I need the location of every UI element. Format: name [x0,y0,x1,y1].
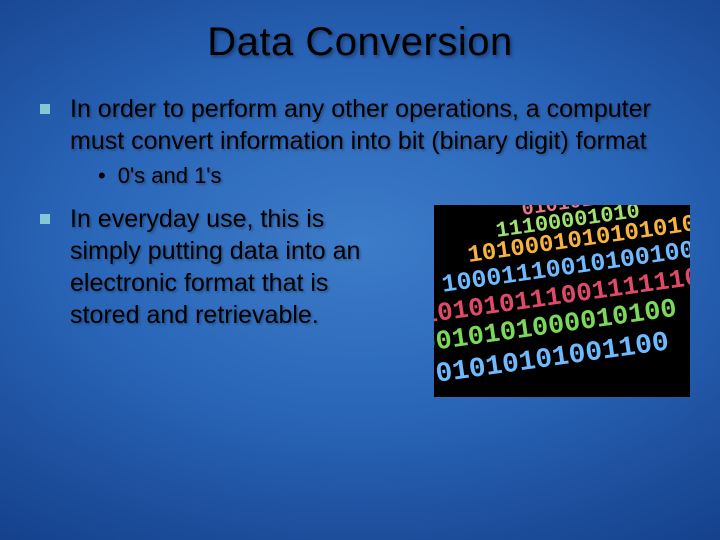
dot-bullet-icon: • [98,165,106,187]
binary-image: 01010101010 11100001010 1010001010101010… [434,205,690,397]
bullet-text: In order to perform any other operations… [70,93,680,157]
slide-content: In order to perform any other operations… [0,65,720,397]
list-item: In order to perform any other operations… [40,93,680,157]
list-item: In everyday use, this is simply putting … [40,203,426,331]
square-bullet-icon [40,214,50,224]
sub-bullet-text: 0's and 1's [118,163,222,189]
content-row: In everyday use, this is simply putting … [40,203,680,397]
slide-title: Data Conversion [0,0,720,65]
square-bullet-icon [40,104,50,114]
sub-list-item: • 0's and 1's [98,163,680,189]
binary-image-content: 01010101010 11100001010 1010001010101010… [434,205,690,397]
bullet-text: In everyday use, this is simply putting … [70,203,400,331]
